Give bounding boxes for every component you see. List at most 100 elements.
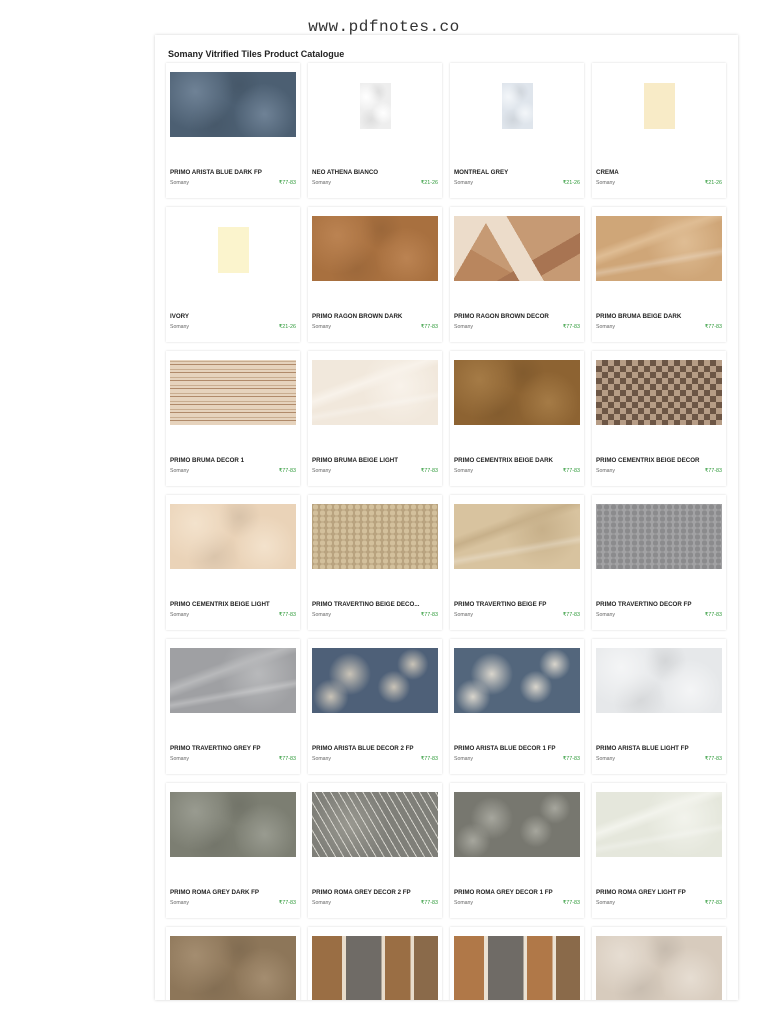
tile-image [454,792,580,857]
product-card[interactable]: PRIMO ROMA GREY DECOR 1 FP Somany ₹77-83 [450,783,584,918]
product-card[interactable] [308,927,442,1000]
product-card[interactable]: PRIMO CEMENTRIX BEIGE DECOR Somany ₹77-83 [592,351,726,486]
product-brand: Somany [454,180,474,186]
product-card[interactable]: PRIMO TRAVERTINO BEIGE DECO... Somany ₹77-… [308,495,442,630]
product-name: PRIMO TRAVERTINO GREY FP [170,745,261,752]
tile-image [454,936,580,1000]
product-card[interactable]: PRIMO TRAVERTINO DECOR FP Somany ₹77-83 [592,495,726,630]
tile-pattern [170,72,296,137]
tile-pattern [312,936,438,1000]
product-price: ₹77-83 [704,900,722,906]
tile-pattern [454,216,580,281]
product-brand: Somany [596,900,616,906]
product-card[interactable] [450,927,584,1000]
product-name: PRIMO ROMA GREY DECOR 1 FP [454,889,553,896]
product-brand: Somany [454,324,474,330]
product-brand: Somany [454,612,474,618]
product-price: ₹77-83 [278,180,296,186]
product-brand: Somany [596,612,616,618]
product-card[interactable]: NEO ATHENA BIANCO Somany ₹21-26 [308,63,442,198]
catalogue-page: Somany Vitrified Tiles Product Catalogue… [155,35,738,1000]
tile-pattern [502,83,533,129]
product-brand: Somany [170,180,190,186]
product-name: PRIMO BRUMA BEIGE LIGHT [312,457,399,464]
product-price: ₹77-83 [278,612,296,618]
product-card[interactable]: PRIMO CEMENTRIX BEIGE LIGHT Somany ₹77-83 [166,495,300,630]
tile-image [596,504,722,569]
product-card[interactable]: PRIMO ARISTA BLUE DECOR 2 FP Somany ₹77-83 [308,639,442,774]
product-brand: Somany [596,324,616,330]
product-brand: Somany [312,900,332,906]
product-card[interactable]: IVORY Somany ₹21-26 [166,207,300,342]
product-price: ₹21-26 [562,180,580,186]
tile-pattern [170,504,296,569]
product-price: ₹77-83 [704,612,722,618]
tile-pattern [312,360,438,425]
product-price: ₹21-26 [420,180,438,186]
tile-image [596,360,722,425]
product-price: ₹77-83 [562,900,580,906]
tile-pattern [312,216,438,281]
product-price: ₹21-26 [278,324,296,330]
product-card[interactable]: PRIMO ARISTA BLUE DECOR 1 FP Somany ₹77-83 [450,639,584,774]
product-name: CREMA [596,169,619,176]
product-price: ₹77-83 [420,324,438,330]
product-name: NEO ATHENA BIANCO [312,169,379,176]
tile-pattern [596,792,722,857]
product-card[interactable]: PRIMO CEMENTRIX BEIGE DARK Somany ₹77-83 [450,351,584,486]
product-card[interactable]: PRIMO ROMA GREY LIGHT FP Somany ₹77-83 [592,783,726,918]
tile-pattern [312,504,438,569]
product-card[interactable] [592,927,726,1000]
product-name: IVORY [170,313,190,320]
product-brand: Somany [170,756,190,762]
product-card[interactable]: PRIMO TRAVERTINO GREY FP Somany ₹77-83 [166,639,300,774]
tile-pattern [454,936,580,1000]
tile-pattern [596,504,722,569]
product-card[interactable]: MONTREAL GREY Somany ₹21-26 [450,63,584,198]
product-card[interactable]: CREMA Somany ₹21-26 [592,63,726,198]
tile-image [170,792,296,857]
tile-image [596,792,722,857]
tile-pattern [170,648,296,713]
product-price: ₹77-83 [420,468,438,474]
tile-image [454,648,580,713]
product-price: ₹77-83 [704,324,722,330]
tile-image [312,504,438,569]
product-card[interactable]: PRIMO BRUMA BEIGE LIGHT Somany ₹77-83 [308,351,442,486]
tile-pattern [312,792,438,857]
product-card[interactable]: PRIMO RAGON BROWN DARK Somany ₹77-83 [308,207,442,342]
tile-pattern [644,83,675,129]
product-card[interactable]: PRIMO RAGON BROWN DECOR Somany ₹77-83 [450,207,584,342]
product-brand: Somany [454,756,474,762]
product-name: PRIMO TRAVERTINO BEIGE FP [454,601,547,608]
product-brand: Somany [312,180,332,186]
tile-image [170,72,296,137]
tile-image [170,648,296,713]
product-card[interactable]: PRIMO TRAVERTINO BEIGE FP Somany ₹77-83 [450,495,584,630]
product-price: ₹21-26 [704,180,722,186]
product-card[interactable]: PRIMO BRUMA DECOR 1 Somany ₹77-83 [166,351,300,486]
tile-image [218,227,249,273]
tile-image [312,936,438,1000]
product-card[interactable]: PRIMO ROMA GREY DARK FP Somany ₹77-83 [166,783,300,918]
product-card[interactable] [166,927,300,1000]
product-price: ₹77-83 [704,756,722,762]
product-brand: Somany [312,324,332,330]
product-brand: Somany [170,468,190,474]
product-card[interactable]: PRIMO ARISTA BLUE LIGHT FP Somany ₹77-83 [592,639,726,774]
tile-pattern [454,504,580,569]
tile-pattern [596,216,722,281]
product-brand: Somany [596,756,616,762]
product-card[interactable]: PRIMO ROMA GREY DECOR 2 FP Somany ₹77-83 [308,783,442,918]
product-name: PRIMO CEMENTRIX BEIGE DARK [454,457,554,464]
tile-image [596,216,722,281]
product-price: ₹77-83 [278,468,296,474]
tile-image [502,83,533,129]
tile-pattern [170,360,296,425]
tile-image [312,648,438,713]
product-card[interactable]: PRIMO ARISTA BLUE DARK FP Somany ₹77-83 [166,63,300,198]
product-card[interactable]: PRIMO BRUMA BEIGE DARK Somany ₹77-83 [592,207,726,342]
product-price: ₹77-83 [420,612,438,618]
product-name: PRIMO TRAVERTINO DECOR FP [596,601,692,608]
product-brand: Somany [312,612,332,618]
